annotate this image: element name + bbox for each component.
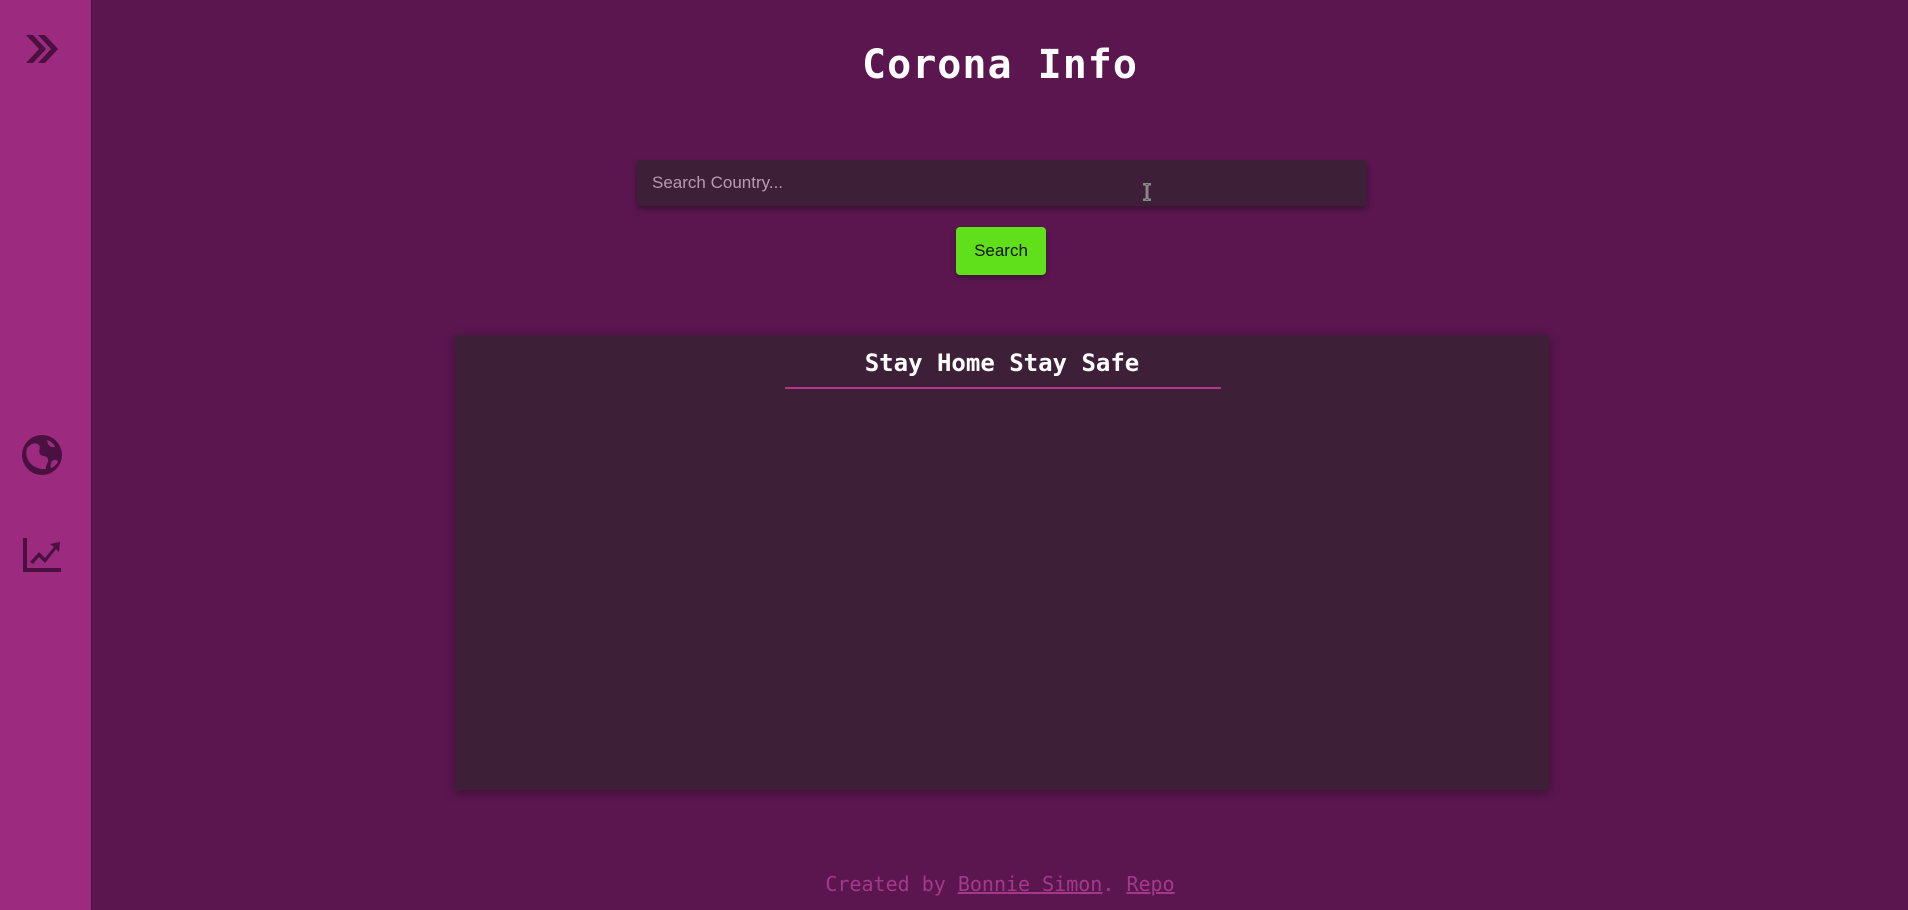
sidebar-item-global[interactable] bbox=[21, 434, 63, 476]
footer: Created by Bonnie Simon. Repo bbox=[92, 872, 1908, 896]
sidebar-item-statistics[interactable] bbox=[21, 534, 63, 576]
sidebar bbox=[0, 0, 92, 910]
globe-icon bbox=[22, 435, 62, 475]
line-chart-icon bbox=[23, 538, 61, 572]
app-root: Corona Info Search Stay Home Stay Safe C… bbox=[0, 0, 1908, 910]
author-link[interactable]: Bonnie Simon bbox=[958, 872, 1103, 896]
page-title: Corona Info bbox=[862, 42, 1138, 88]
sidebar-toggle-button[interactable] bbox=[21, 28, 63, 70]
results-panel: Stay Home Stay Safe bbox=[455, 335, 1549, 790]
footer-separator: . bbox=[1102, 872, 1127, 896]
search-button[interactable]: Search bbox=[956, 227, 1046, 275]
main-content: Corona Info Search Stay Home Stay Safe C… bbox=[92, 0, 1908, 910]
panel-title: Stay Home Stay Safe bbox=[864, 349, 1140, 377]
search-country-input[interactable] bbox=[637, 160, 1367, 206]
panel-divider bbox=[785, 387, 1221, 389]
footer-prefix: Created by bbox=[825, 872, 958, 896]
text-cursor-icon bbox=[1143, 183, 1151, 201]
double-chevron-right-icon bbox=[26, 35, 58, 63]
repo-link[interactable]: Repo bbox=[1126, 872, 1174, 896]
